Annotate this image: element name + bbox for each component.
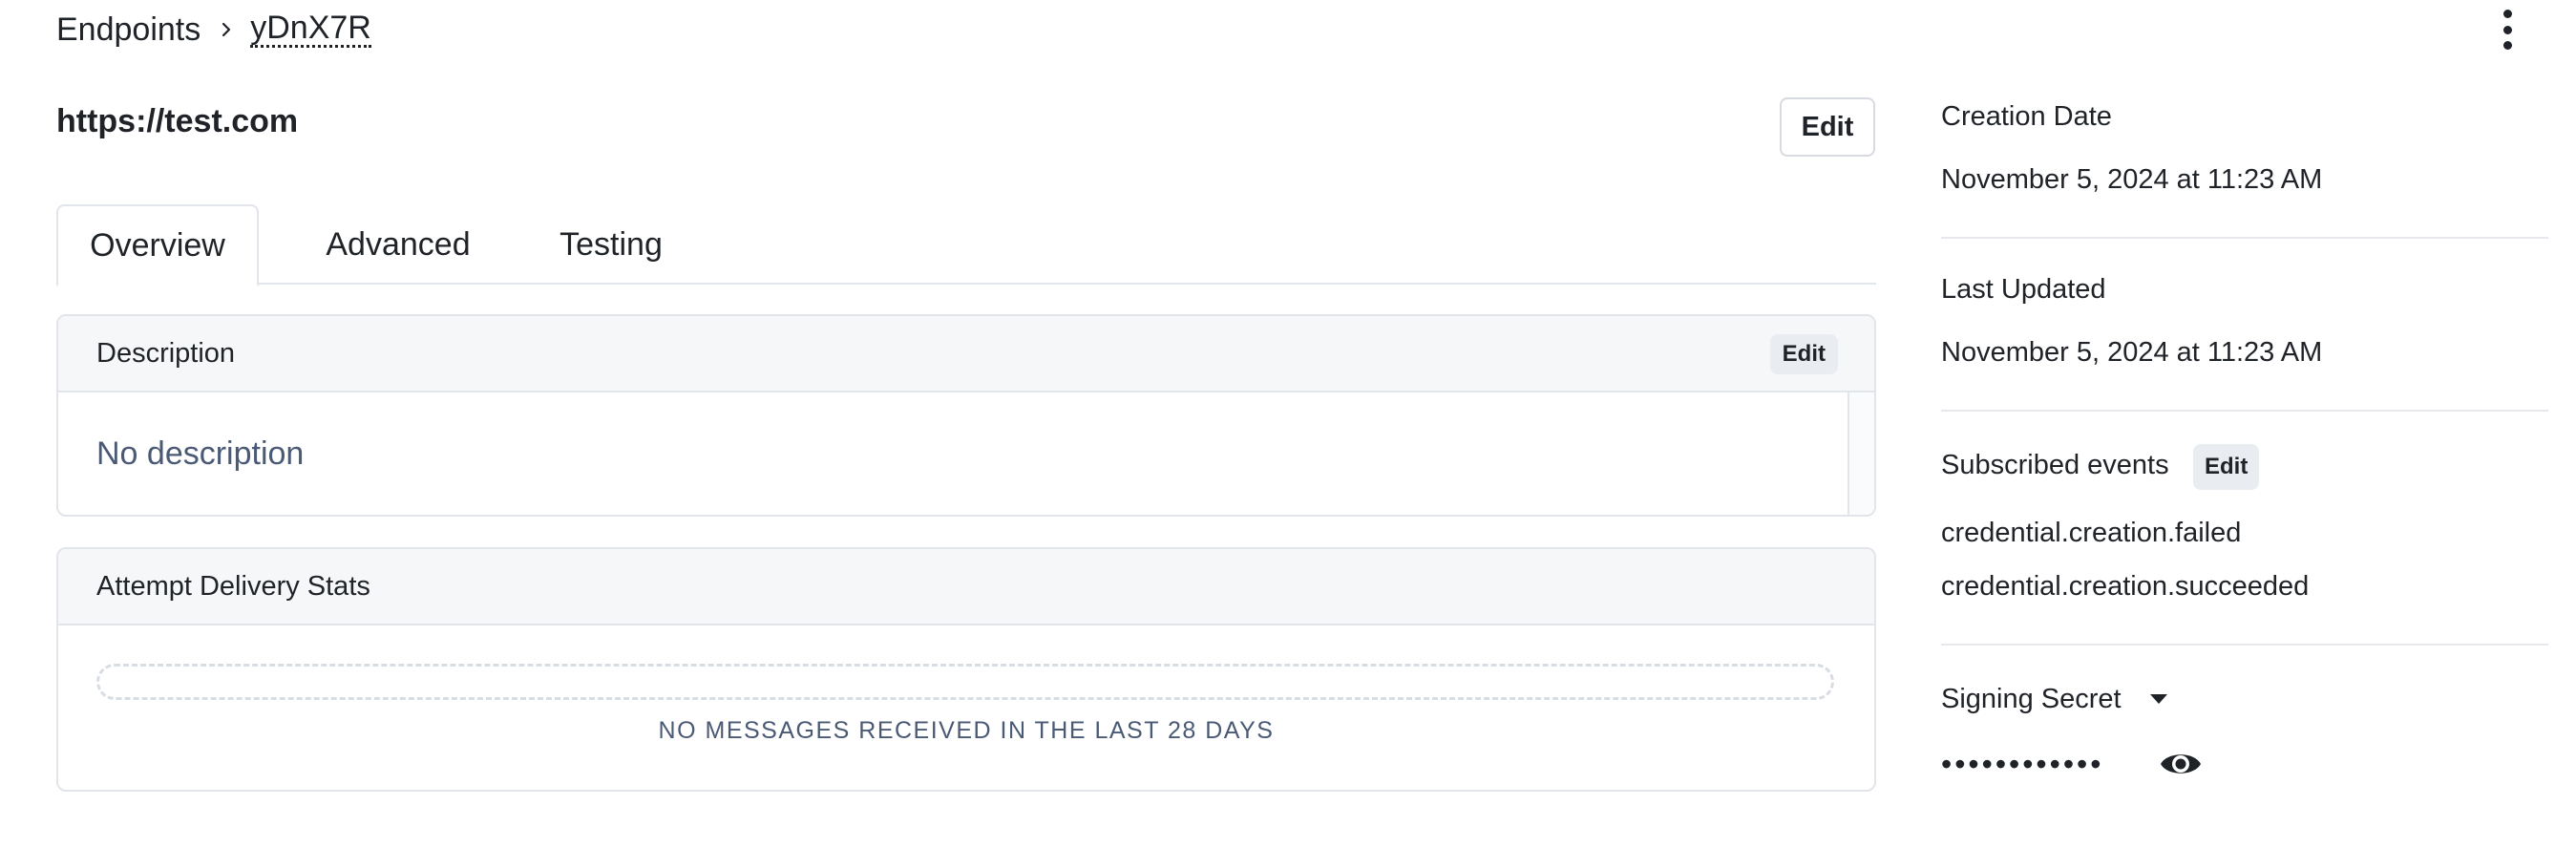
signing-secret-toggle[interactable]: Signing Secret	[1941, 679, 2167, 719]
edit-events-button[interactable]: Edit	[2193, 444, 2260, 490]
signing-secret-label: Signing Secret	[1941, 683, 2122, 714]
last-updated-value: November 5, 2024 at 11:23 AM	[1941, 337, 2323, 368]
sidebar-divider	[1941, 237, 2548, 239]
endpoint-url-title: https://test.com	[56, 103, 299, 139]
tab-advanced[interactable]: Advanced	[289, 204, 507, 285]
event-item: credential.creation.failed	[1941, 518, 2242, 548]
creation-date-label: Creation Date	[1941, 101, 2112, 132]
tab-overview[interactable]: Overview	[56, 204, 259, 286]
sidebar-divider	[1941, 644, 2548, 646]
sidebar-divider	[1941, 410, 2548, 412]
last-updated-label: Last Updated	[1941, 274, 2106, 305]
more-vertical-icon[interactable]	[2494, 10, 2521, 50]
chevron-right-icon	[216, 19, 237, 40]
caret-down-icon	[2149, 694, 2167, 704]
edit-description-button[interactable]: Edit	[1769, 334, 1838, 374]
description-scrollbar[interactable]	[1848, 392, 1874, 515]
description-header: Description Edit	[58, 316, 1874, 392]
delivery-stats-empty-bar	[96, 664, 1834, 700]
description-text: No description	[96, 435, 305, 472]
tab-testing[interactable]: Testing	[534, 204, 688, 285]
event-item: credential.creation.succeeded	[1941, 571, 2310, 602]
description-body: No description	[58, 392, 1874, 515]
creation-date-value: November 5, 2024 at 11:23 AM	[1941, 164, 2323, 195]
description-title: Description	[96, 337, 236, 369]
description-card: Description Edit No description	[56, 314, 1876, 517]
delivery-stats-empty-message: NO MESSAGES RECEIVED IN THE LAST 28 DAYS	[658, 717, 1275, 744]
delivery-stats-card: Attempt Delivery Stats NO MESSAGES RECEI…	[56, 547, 1876, 792]
subscribed-events-label: Subscribed events	[1941, 450, 2169, 480]
breadcrumb-endpoints-link[interactable]: Endpoints	[56, 11, 201, 49]
breadcrumb: Endpoints yDnX7R	[56, 6, 371, 53]
tab-bar: Overview Advanced Testing	[56, 204, 1876, 286]
eye-icon[interactable]	[2159, 747, 2203, 781]
delivery-stats-header: Attempt Delivery Stats	[58, 549, 1874, 625]
breadcrumb-endpoint-id: yDnX7R	[250, 11, 371, 49]
edit-url-button[interactable]: Edit	[1780, 97, 1875, 157]
delivery-stats-title: Attempt Delivery Stats	[96, 570, 370, 602]
signing-secret-masked: ••••••••••••	[1941, 747, 2104, 781]
